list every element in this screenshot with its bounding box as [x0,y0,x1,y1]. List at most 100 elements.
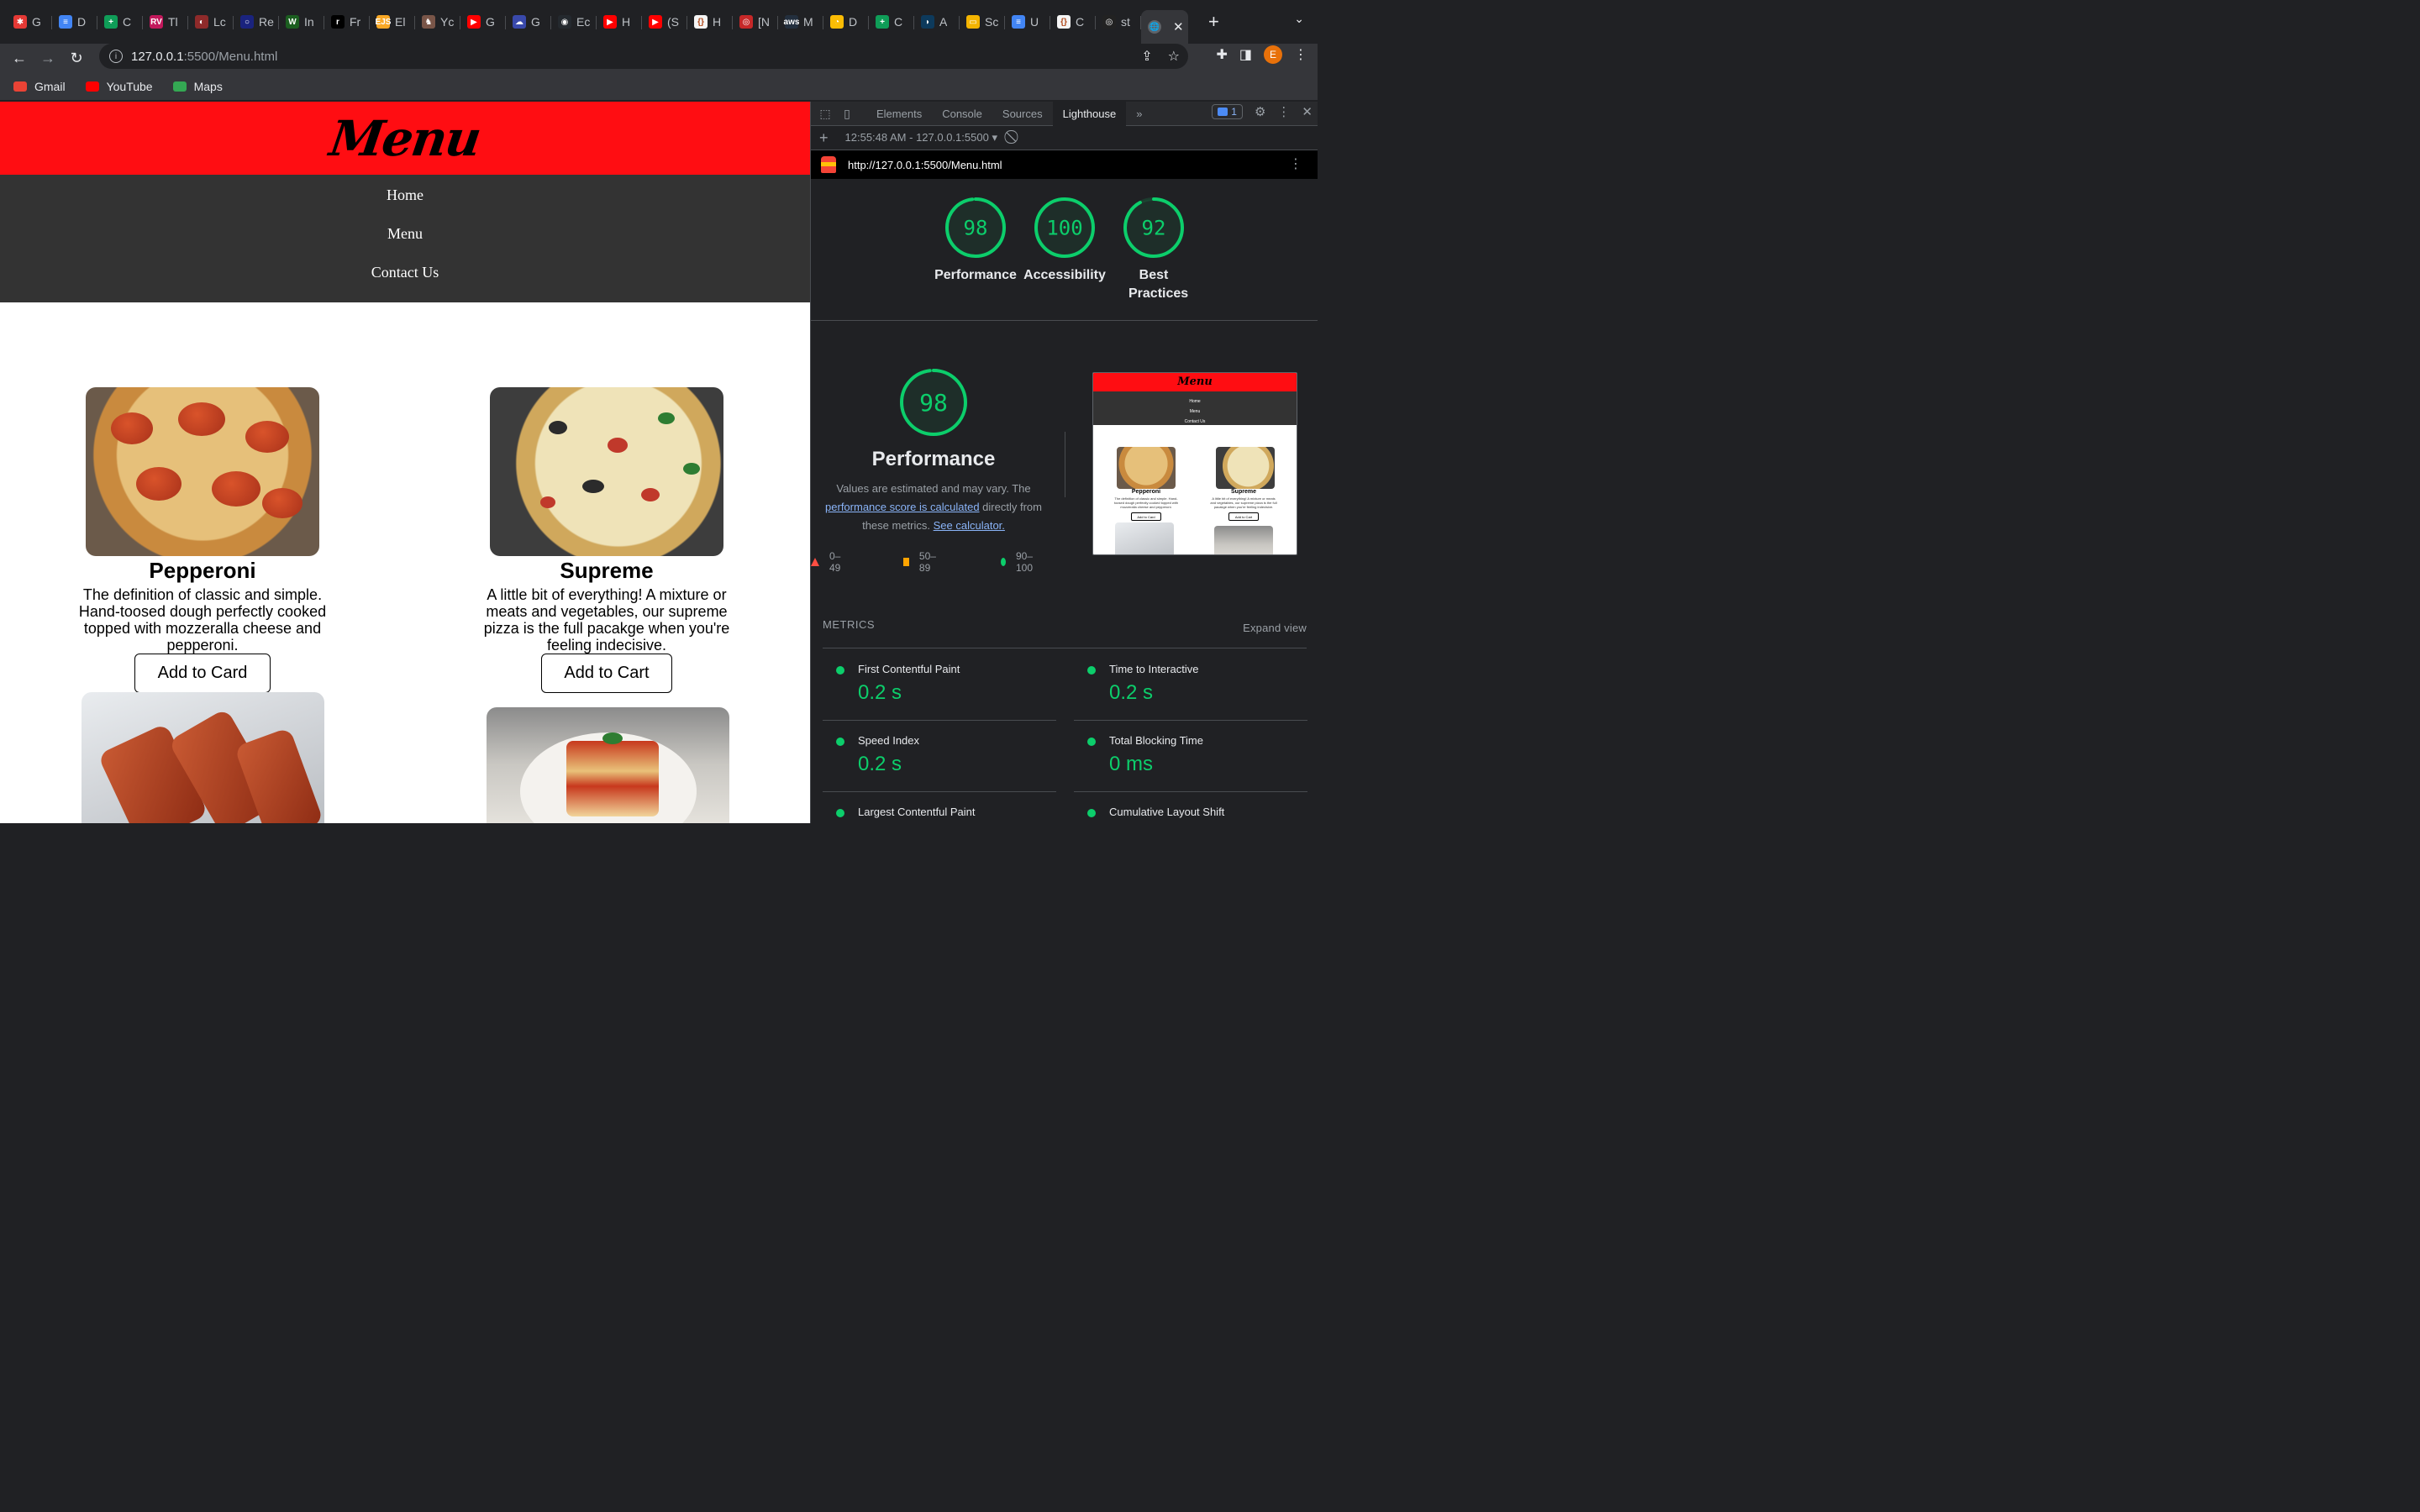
tab-strip: ✱ G ≡ D + C RV Tl ◐ Lc ○ Re W In r Fr EJS El ♞ Yc ▶ G ☁ G ◉ Ec ▶ H ▶… [0,0,1318,44]
menu-item-supreme: Supreme A little bit of everything! A mi… [468,387,745,693]
settings-gear-icon[interactable]: ⚙ [1255,104,1265,119]
browser-tab[interactable]: EJS El [370,8,415,36]
browser-tab[interactable]: ♞ Yc [415,8,460,36]
close-tab-icon[interactable]: ✕ [1173,19,1184,34]
tab-title: Re [259,15,274,29]
browser-tab[interactable]: ✱ G [7,8,52,36]
more-tabs-icon[interactable]: » [1126,102,1152,126]
browser-tab[interactable]: {} C [1050,8,1096,36]
device-toolbar-icon[interactable]: ▯ [836,102,858,124]
browser-tab[interactable]: ◗ A [914,8,960,36]
pass-circle-icon [836,738,844,746]
thumb-item2: Supreme [1231,489,1256,495]
back-button[interactable]: ← [5,45,34,71]
tab-active-menu[interactable]: 🌐 ✕ [1141,10,1188,44]
see-calculator-link[interactable]: See calculator. [934,519,1005,532]
tab-title: Fr [350,15,361,29]
site-nav: Home Menu Contact Us [0,175,810,302]
add-to-cart-button[interactable]: Add to Card [134,654,271,693]
pepperoni-pizza-image [86,387,319,556]
inspect-element-icon[interactable]: ⬚ [814,102,836,124]
profile-avatar[interactable]: E [1264,45,1282,64]
browser-tab[interactable]: ≡ D [52,8,97,36]
add-to-cart-button[interactable]: Add to Cart [541,654,672,693]
browser-tab[interactable]: r Fr [324,8,370,36]
bookmark-gmail[interactable]: Gmail [13,80,66,93]
pass-circle-icon [1087,809,1096,817]
gauge-best-practices[interactable]: 92 Best Practices [1107,197,1200,303]
browser-tab[interactable]: ◎ st [1096,8,1141,36]
browser-tab[interactable]: ◎ [N [733,8,778,36]
bookmark-star-icon[interactable]: ☆ [1168,48,1180,65]
browser-tab[interactable]: ○ Re [234,8,279,36]
tab-title: C [1076,15,1085,29]
metric-value: 0.2 s [1109,681,1154,704]
tab-sources[interactable]: Sources [992,102,1053,126]
reload-button[interactable]: ↻ [62,45,91,71]
extensions-icon[interactable]: ✚ [1216,46,1227,63]
favicon-icon: RV [150,15,163,29]
share-icon[interactable]: ⇪ [1141,48,1152,65]
address-bar[interactable]: i 127.0.0.1:5500/Menu.html ⇪ ☆ [99,44,1188,69]
browser-tab[interactable]: {} H [687,8,733,36]
thumb-item1: Pepperoni [1131,489,1161,495]
gauge-performance[interactable]: 98 Performance [929,197,1022,285]
bookmark-youtube[interactable]: YouTube [85,79,153,93]
nav-contact[interactable]: Contact Us [371,264,439,302]
report-selector[interactable]: 12:55:48 AM - 127.0.0.1:5500 ▾ [845,131,997,144]
thumb-chicken-image [1115,522,1174,554]
site-info-icon[interactable]: i [109,50,123,63]
tab-lighthouse[interactable]: Lighthouse [1052,102,1127,126]
browser-tab[interactable]: ◔ D [823,8,869,36]
page-screenshot-thumbnail[interactable]: Menu Home Menu Contact Us Pepperoni Supr… [1092,372,1297,555]
browser-menu-icon[interactable]: ⋮ [1294,46,1307,63]
thumb-title: Menu [1093,373,1297,391]
new-tab-button[interactable]: + [1208,11,1219,33]
tab-title: Sc [985,15,999,29]
report-menu-icon[interactable]: ⋮ [1289,155,1302,172]
browser-tab[interactable]: + C [869,8,914,36]
metric-speed-index: Speed Index 0.2 s [823,721,1056,792]
lighthouse-logo-icon [821,156,836,173]
favicon-icon: ▶ [603,15,617,29]
browser-tab[interactable]: ≡ U [1005,8,1050,36]
bookmark-label: YouTube [106,79,153,93]
report-url-bar: http://127.0.0.1:5500/Menu.html ⋮ [811,150,1318,179]
gauge-accessibility[interactable]: 100 Accessibility [1018,197,1111,285]
gauge-value: 98 [964,216,988,239]
average-square-icon [903,558,909,566]
thumb-item1-text: The definition of classic and simple. Ha… [1113,496,1179,509]
nav-menu[interactable]: Menu [387,225,423,264]
browser-tab[interactable]: ☁ G [506,8,551,36]
score-gauges: 98 Performance 100 Accessibility 92 Best Prac… [811,197,1318,321]
new-report-icon[interactable]: + [819,129,829,147]
bookmark-maps[interactable]: Maps [172,80,223,93]
tab-console[interactable]: Console [932,102,992,126]
favicon-icon: ≡ [59,15,72,29]
devtools-menu-icon[interactable]: ⋮ [1277,104,1290,119]
metric-first-contentful-paint: First Contentful Paint 0.2 s [823,649,1056,721]
metric-cumulative-layout-shift: Cumulative Layout Shift [1074,792,1307,823]
browser-tab[interactable]: ▭ Sc [960,8,1005,36]
browser-tab[interactable]: + C [97,8,143,36]
browser-tab[interactable]: ▶ (S [642,8,687,36]
expand-view-button[interactable]: Expand view [1243,622,1307,634]
fail-triangle-icon [811,558,819,566]
issues-badge[interactable]: 1 [1212,104,1243,119]
score-calculated-link[interactable]: performance score is calculated [825,501,980,513]
browser-tab[interactable]: ▶ G [460,8,506,36]
tab-title: G [531,15,540,29]
forward-button[interactable]: → [34,45,62,71]
browser-tab[interactable]: ◐ Lc [188,8,234,36]
browser-tab[interactable]: RV Tl [143,8,188,36]
browser-tab[interactable]: ◉ Ec [551,8,597,36]
favicon-icon: ○ [240,15,254,29]
browser-tab[interactable]: ▶ H [597,8,642,36]
close-devtools-icon[interactable]: ✕ [1302,104,1313,119]
nav-home[interactable]: Home [387,186,424,225]
tab-elements[interactable]: Elements [866,102,932,126]
browser-tab[interactable]: W In [279,8,324,36]
tab-search-chevron-icon[interactable]: ⌄ [1294,12,1304,26]
browser-tab[interactable]: aws M [778,8,823,36]
side-panel-icon[interactable]: ◨ [1239,46,1252,63]
